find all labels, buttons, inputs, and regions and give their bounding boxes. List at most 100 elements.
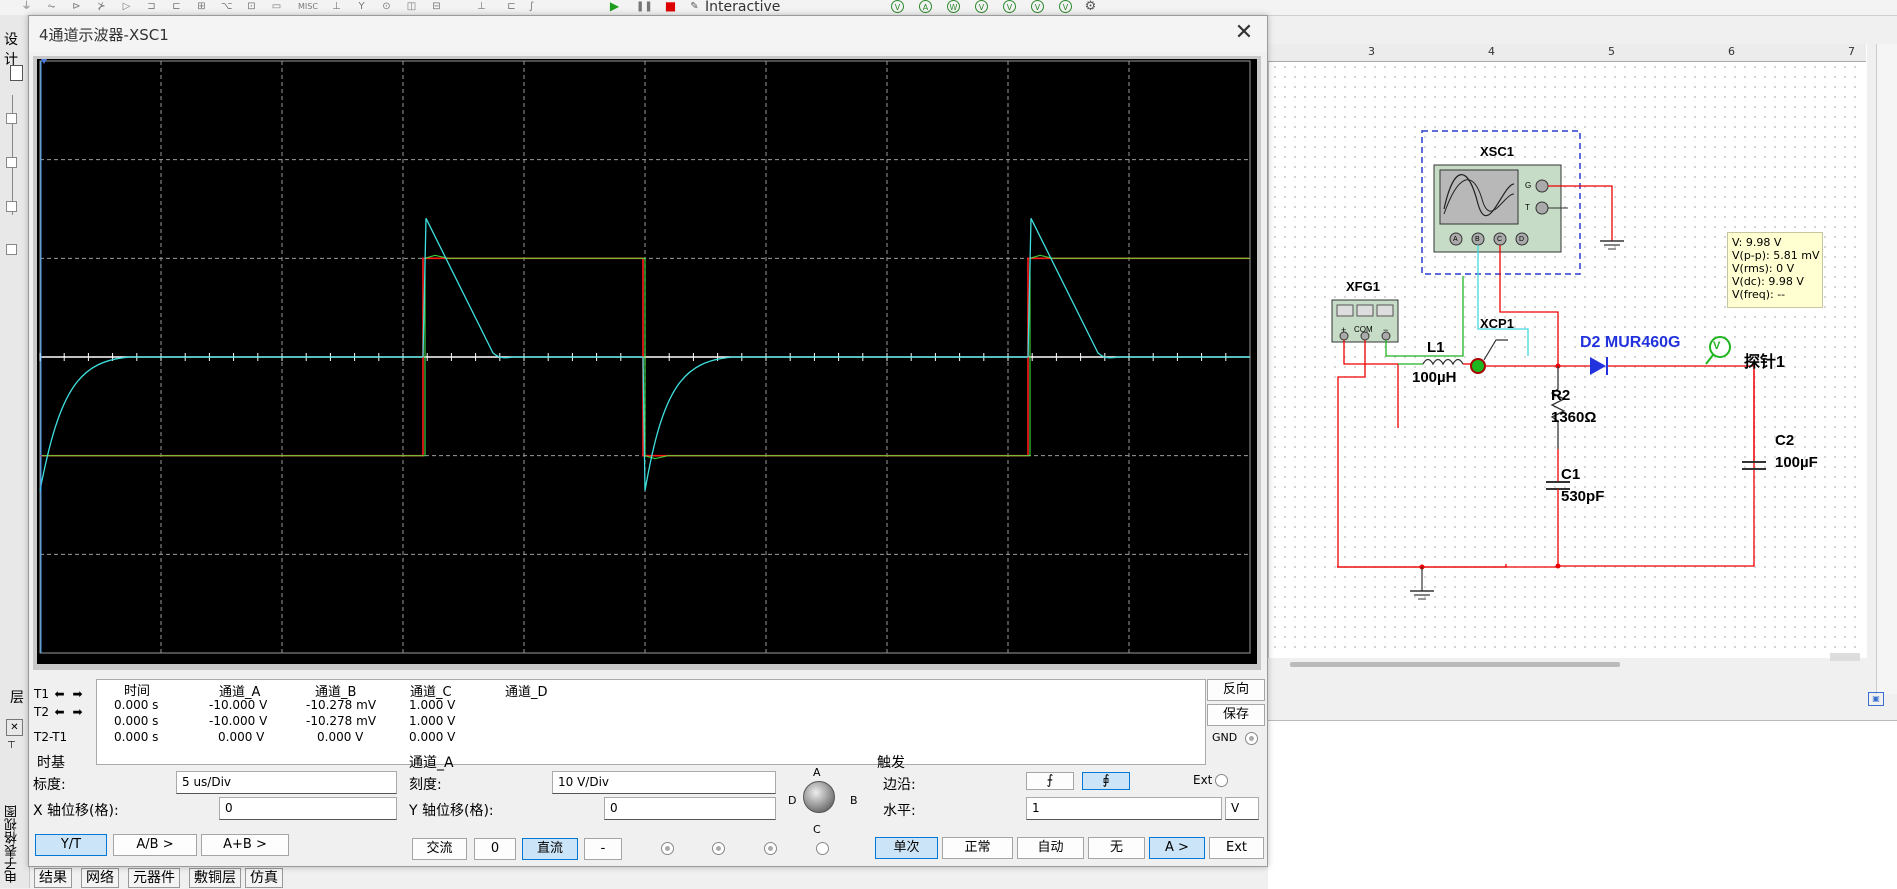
trigger-ext-button[interactable]: Ext [1209,837,1264,859]
xsc1-display [1439,169,1519,225]
x-position-field[interactable]: 0 [219,797,397,820]
ammeter-icon[interactable]: A [919,0,932,13]
cursor-readout-table: 时间 通道_A 通道_B 通道_C 通道_D 0.000 s -10.000 V… [96,679,1206,765]
wattmeter-icon[interactable]: W [947,0,960,13]
mixed-icon[interactable]: ▭ [270,1,283,12]
opamp-icon[interactable]: ▷ [120,1,133,12]
spreadsheet-view-tab[interactable]: 电子表格视图 [3,805,25,883]
mode-yt-button[interactable]: Y/T [35,834,107,856]
save-button[interactable]: 保存 [1207,704,1265,726]
gnd-terminal[interactable] [1245,732,1258,745]
channel-select-knob[interactable] [803,781,835,813]
tree-toggle[interactable] [6,113,17,124]
tab-simulation[interactable]: 仿真 [245,868,283,888]
timebase-title: 时基 [37,755,65,771]
view-toggle-icon[interactable]: ▣ [1868,692,1884,706]
tree-toggle[interactable] [6,244,17,255]
transistor-icon[interactable]: ⊁ [95,1,108,12]
probe-diff-icon[interactable]: V [975,0,988,13]
tab-copper-layers[interactable]: 敷铜层 [189,868,241,888]
channel-radio[interactable] [816,842,829,855]
power-icon[interactable]: Y [355,1,368,12]
xsc1-pin-g-label: G [1525,181,1532,190]
trigger-level-unit[interactable]: V [1225,797,1259,820]
hierarchy-icon[interactable]: ⊏ [505,1,518,12]
scope-screen[interactable] [37,59,1257,664]
coupling-dc-button[interactable]: 直流 [522,838,578,860]
gate-icon[interactable]: ⌥ [220,1,233,12]
coupling-zero-button[interactable]: 0 [474,838,516,860]
trigger-ext-radio[interactable] [1215,774,1228,787]
run-simulation-icon[interactable]: ▶ [608,0,621,12]
channel-scale-field[interactable]: 10 V/Div [552,771,776,794]
t1-channel-a: -10.000 V [209,698,268,712]
knob-label-b: B [850,794,858,807]
design-tab[interactable]: 设计 [4,29,29,69]
mode-a-plus-b-button[interactable]: A+B > [201,834,289,856]
trigger-single-button[interactable]: 单次 [875,837,938,859]
new-file-icon[interactable] [10,65,23,81]
component-icon[interactable]: ⏚ [20,1,33,12]
misc-icon[interactable]: MISC [293,1,323,12]
trigger-auto-button[interactable]: 自动 [1017,837,1084,859]
t1-right-arrow-button[interactable]: ➡ [71,688,84,701]
oscilloscope-titlebar[interactable]: 4通道示波器-XSC1 ✕ [29,16,1267,52]
pin-icon[interactable]: ⊤ [7,740,16,751]
rising-edge-button[interactable]: ⨍ [1026,772,1074,790]
tab-results[interactable]: 结果 [34,868,72,888]
trigger-source-a-button[interactable]: A > [1149,837,1205,859]
t1-left-arrow-button[interactable]: ⬅ [53,688,66,701]
falling-edge-button[interactable]: ⨖ [1082,772,1130,790]
coupling-ac-button[interactable]: 交流 [412,838,467,860]
indicator-icon[interactable]: ◫ [405,1,418,12]
analog-icon[interactable]: ⊡ [245,1,258,12]
diode-icon[interactable]: ⊳ [70,1,83,12]
channel-radio[interactable] [764,842,777,855]
channel-radio[interactable] [712,842,725,855]
reverse-button[interactable]: 反向 [1207,679,1265,701]
probe-digital-icon[interactable]: V [1059,0,1072,13]
t2-label: T2 [34,705,49,719]
tree-toggle[interactable] [6,201,17,212]
stop-simulation-icon[interactable]: ■ [664,0,677,12]
horizontal-scroll-thumb[interactable] [1290,662,1620,667]
mcu-icon[interactable]: ⊞ [195,1,208,12]
wire-icon[interactable]: ∫ [525,1,538,12]
t2-right-arrow-button[interactable]: ➡ [71,706,84,719]
oscilloscope-window[interactable]: 4通道示波器-XSC1 ✕ T1 T2 T2-T1 ⬅ ➡ ⬅ ➡ 时间 通道_… [28,15,1268,867]
close-button[interactable]: ✕ [1229,18,1259,48]
interactive-mode-label[interactable]: Interactive [705,0,780,15]
probe-ref-icon[interactable]: V [1003,0,1016,13]
mode-ab-button[interactable]: A/B > [113,834,197,856]
probe-vpp: V(p-p): 5.81 mV [1732,249,1820,262]
trigger-none-button[interactable]: 无 [1088,837,1145,859]
electromech-icon[interactable]: ⊙ [380,1,393,12]
layer-tab[interactable]: 层 [10,687,24,707]
r2-name: R2 [1551,387,1571,404]
tab-nets[interactable]: 网络 [81,868,119,888]
bus-icon[interactable]: ⊥ [475,1,488,12]
trigger-normal-button[interactable]: 正常 [942,837,1013,859]
t2-channel-a: -10.000 V [209,714,268,728]
ttl-icon[interactable]: ⊐ [145,1,158,12]
d2-diode [1590,357,1606,375]
channel-radio[interactable] [661,842,674,855]
coupling-minus-button[interactable]: - [584,838,622,860]
connector-icon[interactable]: ⊟ [430,1,443,12]
close-panel-icon[interactable]: ✕ [6,719,23,736]
probe-voltage-icon[interactable]: V [1031,0,1044,13]
voltmeter-icon[interactable]: V [891,0,904,13]
settings-gear-icon[interactable]: ⚙ [1084,0,1097,13]
pause-simulation-icon[interactable]: ❚❚ [636,1,653,12]
cmos-icon[interactable]: ⊏ [170,1,183,12]
interactive-mode-icon[interactable]: ✎ [688,1,701,12]
rf-icon[interactable]: ⊥ [330,1,343,12]
trigger-level-field[interactable]: 1 [1026,797,1222,820]
tab-components[interactable]: 元器件 [128,868,180,888]
timebase-scale-field[interactable]: 5 us/Div [176,771,397,794]
tree-toggle[interactable] [6,157,17,168]
t2-left-arrow-button[interactable]: ⬅ [53,706,66,719]
vertical-scrollbar[interactable] [1876,44,1897,694]
resistor-icon[interactable]: ⏦ [45,1,58,12]
y-position-field[interactable]: 0 [604,797,776,820]
